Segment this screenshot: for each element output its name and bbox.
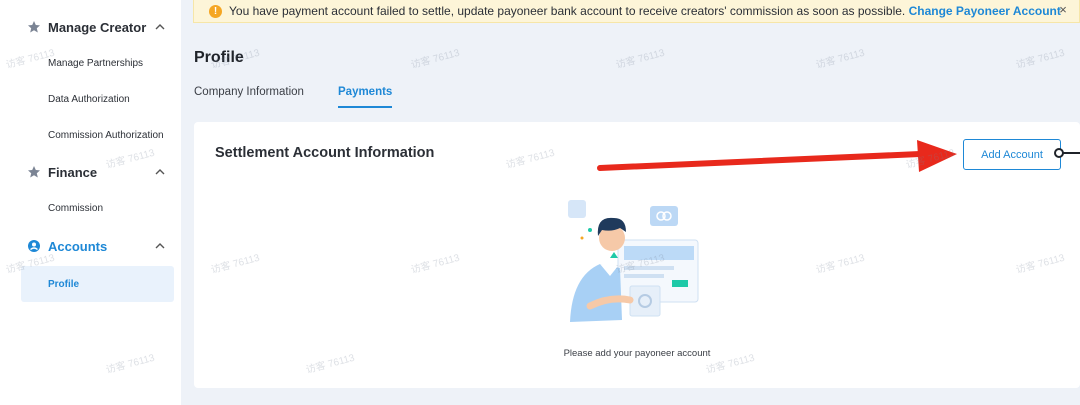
empty-state-illustration: [568, 200, 699, 322]
add-account-button[interactable]: Add Account: [963, 139, 1061, 170]
watermark: 访客 76113: [409, 47, 461, 72]
user-circle-icon: [27, 239, 41, 253]
sidebar-group-accounts[interactable]: Accounts: [0, 232, 181, 260]
settlement-account-card: Settlement Account Information Add Accou…: [194, 122, 1080, 388]
banner-message: You have payment account failed to settl…: [229, 4, 1061, 18]
sidebar-group-label: Manage Creator: [48, 19, 147, 35]
sidebar-group-manage-creator[interactable]: Manage Creator: [0, 13, 181, 41]
watermark: 访客 76113: [614, 47, 666, 72]
sidebar-group-finance[interactable]: Finance: [0, 158, 181, 186]
chevron-up-icon: [155, 243, 165, 249]
empty-state-text: Please add your payoneer account: [563, 348, 711, 359]
sidebar-group-label: Finance: [48, 164, 98, 180]
page-title: Profile: [194, 49, 244, 66]
chevron-up-icon: [155, 24, 165, 30]
warning-icon: !: [209, 5, 222, 18]
star-icon: [27, 165, 41, 179]
sidebar: Manage Creator Manage Partnerships Data …: [0, 0, 181, 405]
banner-message-text: You have payment account failed to settl…: [229, 4, 906, 18]
watermark: 访客 76113: [1014, 47, 1066, 72]
close-icon[interactable]: ×: [1056, 3, 1070, 17]
sidebar-item-commission-authorization[interactable]: Commission Authorization: [21, 117, 174, 153]
sidebar-item-data-authorization[interactable]: Data Authorization: [21, 81, 174, 117]
tab-company-information[interactable]: Company Information: [194, 86, 304, 108]
star-icon: [27, 20, 41, 34]
warning-banner: ! You have payment account failed to set…: [193, 0, 1080, 23]
sidebar-item-manage-partnerships[interactable]: Manage Partnerships: [21, 45, 174, 81]
tab-payments[interactable]: Payments: [338, 86, 393, 108]
sidebar-item-commission[interactable]: Commission: [21, 190, 174, 226]
card-title: Settlement Account Information: [215, 145, 435, 161]
sidebar-group-label: Accounts: [48, 238, 108, 254]
watermark: 访客 76113: [814, 47, 866, 72]
sidebar-item-profile[interactable]: Profile: [21, 266, 174, 302]
chevron-up-icon: [155, 169, 165, 175]
change-payoneer-account-link[interactable]: Change Payoneer Account: [909, 4, 1061, 18]
